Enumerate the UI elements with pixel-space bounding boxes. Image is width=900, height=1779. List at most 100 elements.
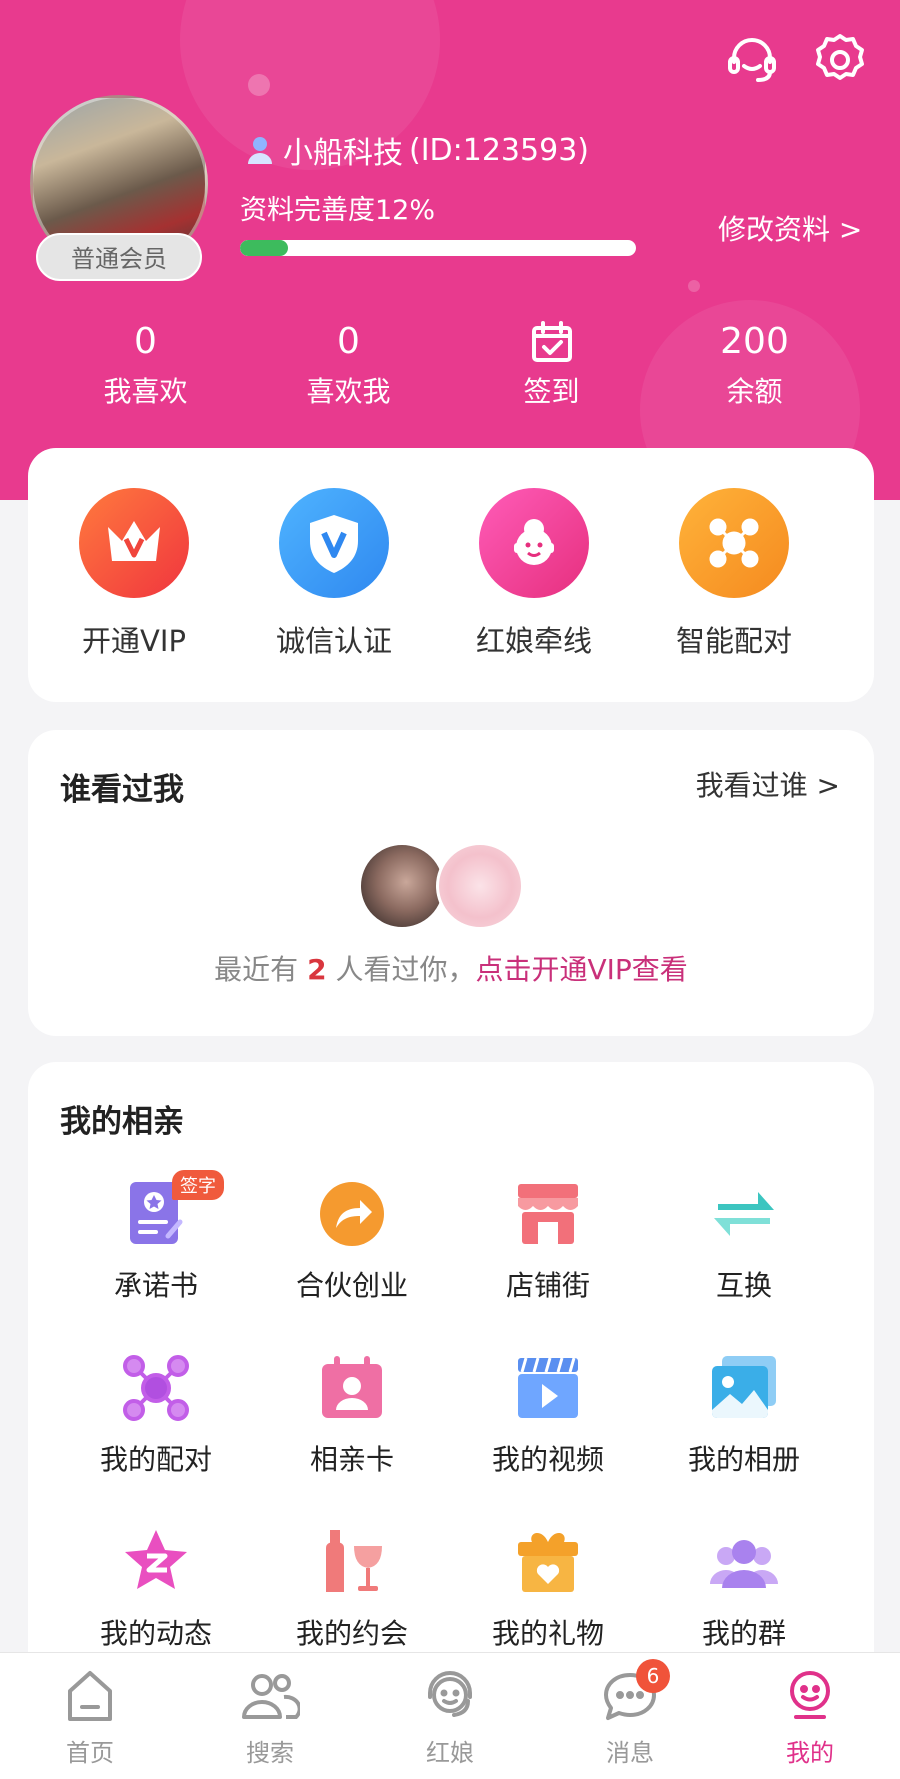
grid-item-label: 我的动态: [99, 1617, 212, 1650]
member-level-badge: 普通会员: [36, 233, 202, 281]
avatar-block[interactable]: 普通会员: [30, 95, 208, 281]
quick-action-label: 诚信认证: [275, 624, 392, 658]
decor-dot: [688, 280, 700, 292]
grid-item-dating-card[interactable]: 相亲卡: [252, 1352, 452, 1478]
gear-icon[interactable]: [810, 30, 870, 90]
section-title: 我的相亲: [60, 1104, 184, 1140]
grid-item-my-video[interactable]: 我的视频: [448, 1352, 648, 1478]
grid-item-exchange[interactable]: 互换: [644, 1178, 844, 1304]
tab-me[interactable]: 我的: [750, 1667, 870, 1768]
grid-item-label: 店铺街: [505, 1269, 590, 1302]
grid-item-label: 相亲卡: [309, 1443, 394, 1476]
visitor-count: 2: [307, 953, 327, 986]
grid-item-label: 互换: [715, 1269, 772, 1302]
visitor-text-suffix: 人看过你，: [335, 953, 476, 986]
star-z-icon: [120, 1526, 192, 1598]
user-id: (ID:123593): [409, 132, 589, 168]
viewed-by-me-link[interactable]: 我看过谁 >: [696, 764, 840, 804]
stat-value: 0: [134, 321, 157, 362]
users-search-icon: [240, 1667, 302, 1725]
matchmaker-icon: [479, 488, 589, 598]
shop-icon: [512, 1178, 584, 1250]
grid-item-my-gifts[interactable]: 我的礼物: [448, 1526, 648, 1652]
sign-badge: 签字: [172, 1170, 224, 1200]
quick-actions-card: 开通VIP 诚信认证 红娘牵线 智能配对: [28, 448, 874, 702]
tab-messages[interactable]: 6 消息: [570, 1659, 690, 1768]
chat-icon: 6: [600, 1659, 670, 1725]
grid-item-my-album[interactable]: 我的相册: [644, 1352, 844, 1478]
visitor-avatar[interactable]: [358, 842, 446, 930]
quick-action-label: 红娘牵线: [475, 624, 592, 658]
open-vip-link[interactable]: 点击开通VIP查看: [476, 953, 688, 986]
tab-label: 我的: [786, 1739, 834, 1767]
bottom-tab-bar: 首页 搜索 红娘 6 消息 我的: [0, 1652, 900, 1779]
stat-likes-me[interactable]: 0 喜欢我: [247, 318, 450, 410]
grid-item-label: 我的约会: [295, 1617, 408, 1650]
wine-icon: [316, 1526, 388, 1598]
grid-item-label: 我的礼物: [491, 1617, 604, 1650]
grid-item-label: 我的群: [701, 1617, 786, 1650]
quick-action-label: 开通VIP: [82, 624, 186, 658]
tab-search[interactable]: 搜索: [210, 1667, 330, 1768]
open-vip-button[interactable]: 开通VIP: [34, 488, 234, 660]
smart-match-button[interactable]: 智能配对: [634, 488, 834, 660]
stat-balance[interactable]: 200 余额: [653, 318, 856, 410]
profile-completeness-bar: [240, 240, 636, 256]
pledge-icon: 签字: [120, 1170, 224, 1250]
stat-value: 0: [337, 321, 360, 362]
grid-item-my-group[interactable]: 我的群: [644, 1526, 844, 1652]
grid-item-label: 我的配对: [99, 1443, 212, 1476]
shield-v-icon: [279, 488, 389, 598]
visitor-avatar[interactable]: [436, 842, 524, 930]
pairing-icon: [120, 1352, 192, 1424]
grid-item-label: 我的相册: [687, 1443, 800, 1476]
stat-value: 200: [720, 321, 789, 362]
stat-label: 余额: [726, 375, 783, 408]
grid-item-partnership[interactable]: 合伙创业: [252, 1178, 452, 1304]
grid-item-my-pairing[interactable]: 我的配对: [56, 1352, 256, 1478]
visitors-card: 谁看过我 我看过谁 > 最近有 2 人看过你，点击开通VIP查看: [28, 730, 874, 1036]
profile-completeness-label: 资料完善度12%: [240, 195, 436, 226]
me-icon: [780, 1667, 840, 1725]
unread-badge: 6: [636, 1659, 670, 1693]
stat-i-like[interactable]: 0 我喜欢: [44, 318, 247, 410]
grid-item-my-moments[interactable]: 我的动态: [56, 1526, 256, 1652]
matchmaker-button[interactable]: 红娘牵线: [434, 488, 634, 660]
video-icon: [512, 1352, 584, 1424]
check-in-button[interactable]: 签到: [450, 318, 653, 410]
tab-matchmaker[interactable]: 红娘: [390, 1667, 510, 1768]
edit-profile-link[interactable]: 修改资料 >: [718, 208, 862, 248]
grid-item-label: 承诺书: [113, 1269, 198, 1302]
integrity-verify-button[interactable]: 诚信认证: [234, 488, 434, 660]
username: 小船科技: [283, 136, 403, 171]
headset-icon[interactable]: [722, 30, 782, 90]
visitor-summary: 最近有 2 人看过你，点击开通VIP查看: [28, 948, 874, 988]
network-icon: [679, 488, 789, 598]
tab-label: 红娘: [426, 1739, 474, 1767]
crown-icon: [79, 488, 189, 598]
quick-action-label: 智能配对: [675, 624, 792, 658]
section-title: 谁看过我: [60, 772, 184, 808]
share-arrow-icon: [316, 1178, 388, 1250]
swap-icon: [708, 1178, 780, 1250]
username-line: 小船科技 (ID:123593): [245, 128, 589, 172]
group-icon: [708, 1526, 780, 1598]
calendar-check-icon: [450, 318, 653, 366]
decor-dot: [248, 74, 270, 96]
progress-fill: [240, 240, 288, 256]
tab-label: 消息: [606, 1739, 654, 1767]
person-icon: [248, 137, 272, 164]
tab-label: 首页: [66, 1739, 114, 1767]
tab-home[interactable]: 首页: [30, 1667, 150, 1768]
grid-item-shop-street[interactable]: 店铺街: [448, 1178, 648, 1304]
headset-person-icon: [420, 1667, 480, 1725]
grid-item-label: 我的视频: [491, 1443, 604, 1476]
profile-header: 普通会员 小船科技 (ID:123593) 资料完善度12% 修改资料 > 0 …: [0, 0, 900, 500]
grid-item-my-dates[interactable]: 我的约会: [252, 1526, 452, 1652]
gift-icon: [512, 1526, 584, 1598]
profile-card-icon: [316, 1352, 388, 1424]
stat-label: 我喜欢: [103, 375, 188, 408]
home-icon: [60, 1667, 120, 1725]
grid-item-pledge[interactable]: 签字 承诺书: [56, 1170, 256, 1304]
grid-item-label: 合伙创业: [295, 1269, 408, 1302]
